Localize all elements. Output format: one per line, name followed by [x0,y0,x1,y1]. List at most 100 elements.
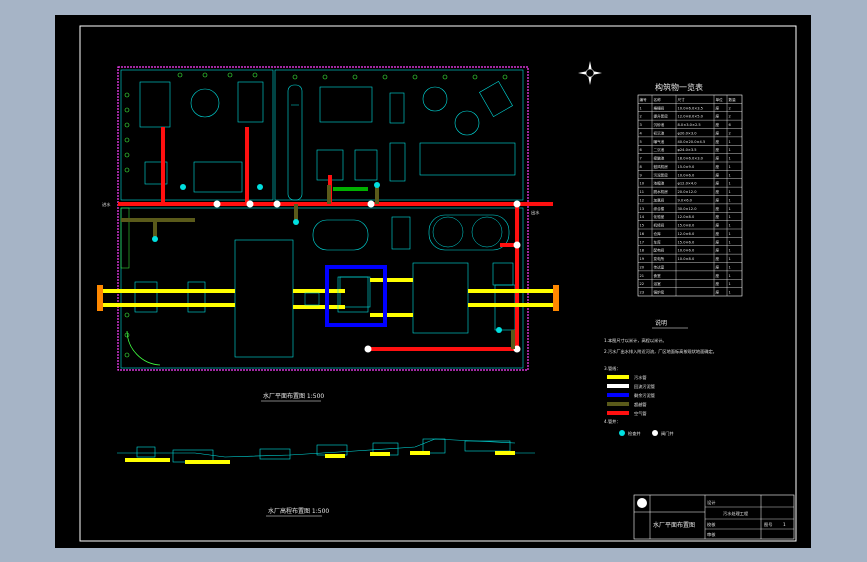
table-cell: 1 [729,274,731,278]
ground-line [117,438,516,458]
cad-drawing: 进水 出水 水厂平面布置图 1:500 水厂高程布置图 1:500 构筑物一览表… [79,25,797,542]
table-cell: 1 [729,190,731,194]
legend-swatch [607,393,629,397]
table-cell: 15.0×8.0 [678,224,695,228]
building [319,86,373,123]
table-cell: 6 [640,148,643,152]
table-cell: 22 [640,282,645,286]
table-cell: 加氯间 [654,197,665,202]
valve-well-icon [652,430,658,436]
table-cell: 1 [729,207,731,211]
drawing-sheet: 进水 出水 水厂平面布置图 1:500 水厂高程布置图 1:500 构筑物一览表… [55,15,811,548]
table-cell: 综合楼 [654,206,665,211]
building [479,80,513,118]
legend-label: 空气管 [634,410,647,417]
project-name: 污水处理工程 [723,510,749,517]
table-cell: 1 [640,106,642,110]
tank [492,262,514,286]
table-cell: 12.0×8.0×5.0 [678,115,704,119]
table-cell: 30.0×12.0 [678,207,698,211]
table-cell: 23 [640,291,645,295]
table-cell: 12.0×6.0 [678,232,695,236]
legend-swatch [607,375,629,379]
table-cell: 座 [716,281,720,286]
table-cell: 座 [716,181,720,186]
table-cell: 10.0×6.0 [678,173,695,177]
table-cell: 1 [729,182,731,186]
table-cell: 座 [716,122,720,127]
table-cell: 初沉池 [654,130,665,135]
building [120,207,130,269]
table-cell: 1 [729,173,731,177]
table-cell: 1 [729,215,731,219]
table-cell: 化验室 [654,214,665,219]
building [389,92,405,124]
legend-swatch [607,411,629,415]
tank-round [422,86,448,112]
table-cell: φ12.0×4.0 [678,182,698,186]
table-cell: 1 [729,140,731,144]
note-line-3: 3.管线： [604,365,621,372]
profile-sewage [125,451,515,464]
table-cell: 7 [640,157,642,161]
elevation-profile: 水厂高程布置图 1:500 [117,438,535,517]
tank [391,216,411,250]
table-cell: 15.0×6.0 [678,240,695,244]
table-cell: 食堂 [654,273,662,278]
table-cell: 20 [640,265,645,269]
logo-icon [637,498,647,508]
table-cell: 座 [716,114,720,119]
well-label-2: 阀门井 [661,430,674,437]
table-cell: 机修间 [654,223,665,228]
table-cell: 1 [729,282,731,286]
table-cell: φ24.0×3.5 [678,148,697,152]
table-cell: 变电所 [654,256,665,261]
table-cell: 座 [716,290,720,295]
table-cell: 1 [729,165,731,169]
air-pipe [118,127,553,351]
notes-title: 说明 [655,319,667,327]
table-cell: 座 [716,206,720,211]
table-cell: 9 [640,173,643,177]
table-cell: 座 [716,239,720,244]
table-cell: 17 [640,240,645,244]
admin-zone [120,69,274,201]
table-cell: 曝气池 [654,139,665,144]
table-cell: 8 [640,165,643,169]
inlet-label: 进水 [102,201,111,208]
table-cell: 1 [729,265,731,269]
table-cell: φ20.0×3.0 [678,131,698,135]
legend-label: 剩余污泥管 [634,392,655,399]
profile-title: 水厂高程布置图 1:500 [268,507,329,515]
table-cell: 10.0×6.0×3.5 [678,106,703,110]
well-title: 4.管井： [604,418,621,425]
table-cell: 浴室 [654,281,662,286]
table-cell: 接触池 [654,156,665,161]
well-label-1: 检查井 [628,430,641,437]
table-cell: 车库 [654,239,662,244]
title-block: 水厂平面布置图 污水处理工程 设计 校核 审核 图号 1 [633,494,795,540]
table-cell: 2 [729,115,731,119]
table-cell: 4 [640,131,643,135]
table-cell: 座 [716,273,720,278]
outlet-label: 出水 [531,209,540,216]
building [389,142,406,182]
table-cell: 2 [729,131,731,135]
table-cell: 仓库 [654,231,662,236]
table-cell: 锅炉房 [654,290,665,295]
table-cell: 10.0×6.0 [678,249,695,253]
field-2: 校核 [707,521,716,528]
table-cell: 沉砂池 [654,122,665,127]
building [419,142,516,176]
table-cell: 污泥泵房 [654,172,669,177]
table-cell: 11 [640,190,645,194]
table-cell: 1 [729,232,731,236]
north-arrow-icon [578,61,602,85]
legend-swatch [607,384,629,388]
schedule-title: 构筑物一览表 [655,82,703,92]
table-cell: 40.0×20.0×4.5 [678,140,706,144]
drawing-name: 水厂平面布置图 [653,521,695,529]
structure-schedule: 构筑物一览表 编号 名称 尺寸 单位 数量1 格栅间 10.0×6.0×3.5 座 22 提升泵房… [637,82,743,297]
table-cell: 1 [729,249,731,253]
table-cell: 19 [640,257,645,261]
